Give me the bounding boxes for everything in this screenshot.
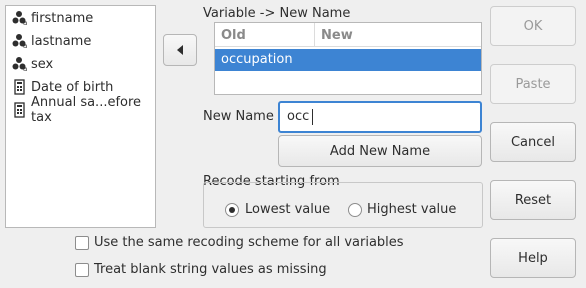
scale-icon [12,79,28,95]
nominal-icon: a [12,33,28,49]
radio-highest-value[interactable] [348,203,362,217]
new-name-value: occ [287,109,310,124]
mapping-row-old: occupation [221,52,293,67]
paste-button[interactable]: Paste [490,64,576,104]
mapping-title: Variable -> New Name [203,6,351,21]
variable-item-sex[interactable]: a sex [12,54,53,74]
cancel-button[interactable]: Cancel [490,122,576,162]
mapping-table[interactable]: Old New occupation [214,22,482,95]
nominal-icon: a [12,56,28,72]
reset-button[interactable]: Reset [490,180,576,220]
column-header-new[interactable]: New [315,23,481,47]
blank-missing-label[interactable]: Treat blank string values as missing [94,262,327,277]
variable-label: lastname [31,33,92,49]
move-variable-button[interactable] [163,34,197,66]
variable-label: Date of birth [31,79,114,95]
variable-item-date-of-birth[interactable]: Date of birth [12,77,113,97]
same-scheme-checkbox[interactable] [75,236,89,250]
svg-text:a: a [23,42,27,49]
radio-lowest-value[interactable] [225,203,239,217]
new-name-label: New Name [203,109,274,124]
variable-item-lastname[interactable]: a lastname [12,31,91,51]
variable-label: firstname [31,10,94,26]
new-name-input[interactable]: occ [278,101,482,133]
same-scheme-label[interactable]: Use the same recoding scheme for all var… [94,235,404,250]
add-new-name-button[interactable]: Add New Name [278,135,482,167]
mapping-row[interactable]: occupation [215,49,481,71]
svg-text:a: a [23,65,27,72]
radio-highest-value-label[interactable]: Highest value [367,202,456,217]
variable-item-firstname[interactable]: a firstname [12,8,93,28]
scale-icon [12,102,28,118]
nominal-icon: a [12,10,28,26]
svg-text:a: a [23,19,27,26]
column-header-old[interactable]: Old [215,23,315,47]
source-variable-list[interactable]: a firstname a lastname a sex Date of bir… [5,5,156,228]
mapping-table-header: Old New [215,23,481,47]
variable-label: sex [31,56,54,72]
radio-lowest-value-label[interactable]: Lowest value [245,202,330,217]
help-button[interactable]: Help [490,238,576,278]
variable-label: Annual sa...efore tax [31,95,142,125]
ok-button[interactable]: OK [490,6,576,46]
variable-item-annual-salary[interactable]: Annual sa...efore tax [12,95,155,125]
arrow-left-icon [177,45,183,55]
blank-missing-checkbox[interactable] [75,263,89,277]
text-cursor [312,109,313,125]
